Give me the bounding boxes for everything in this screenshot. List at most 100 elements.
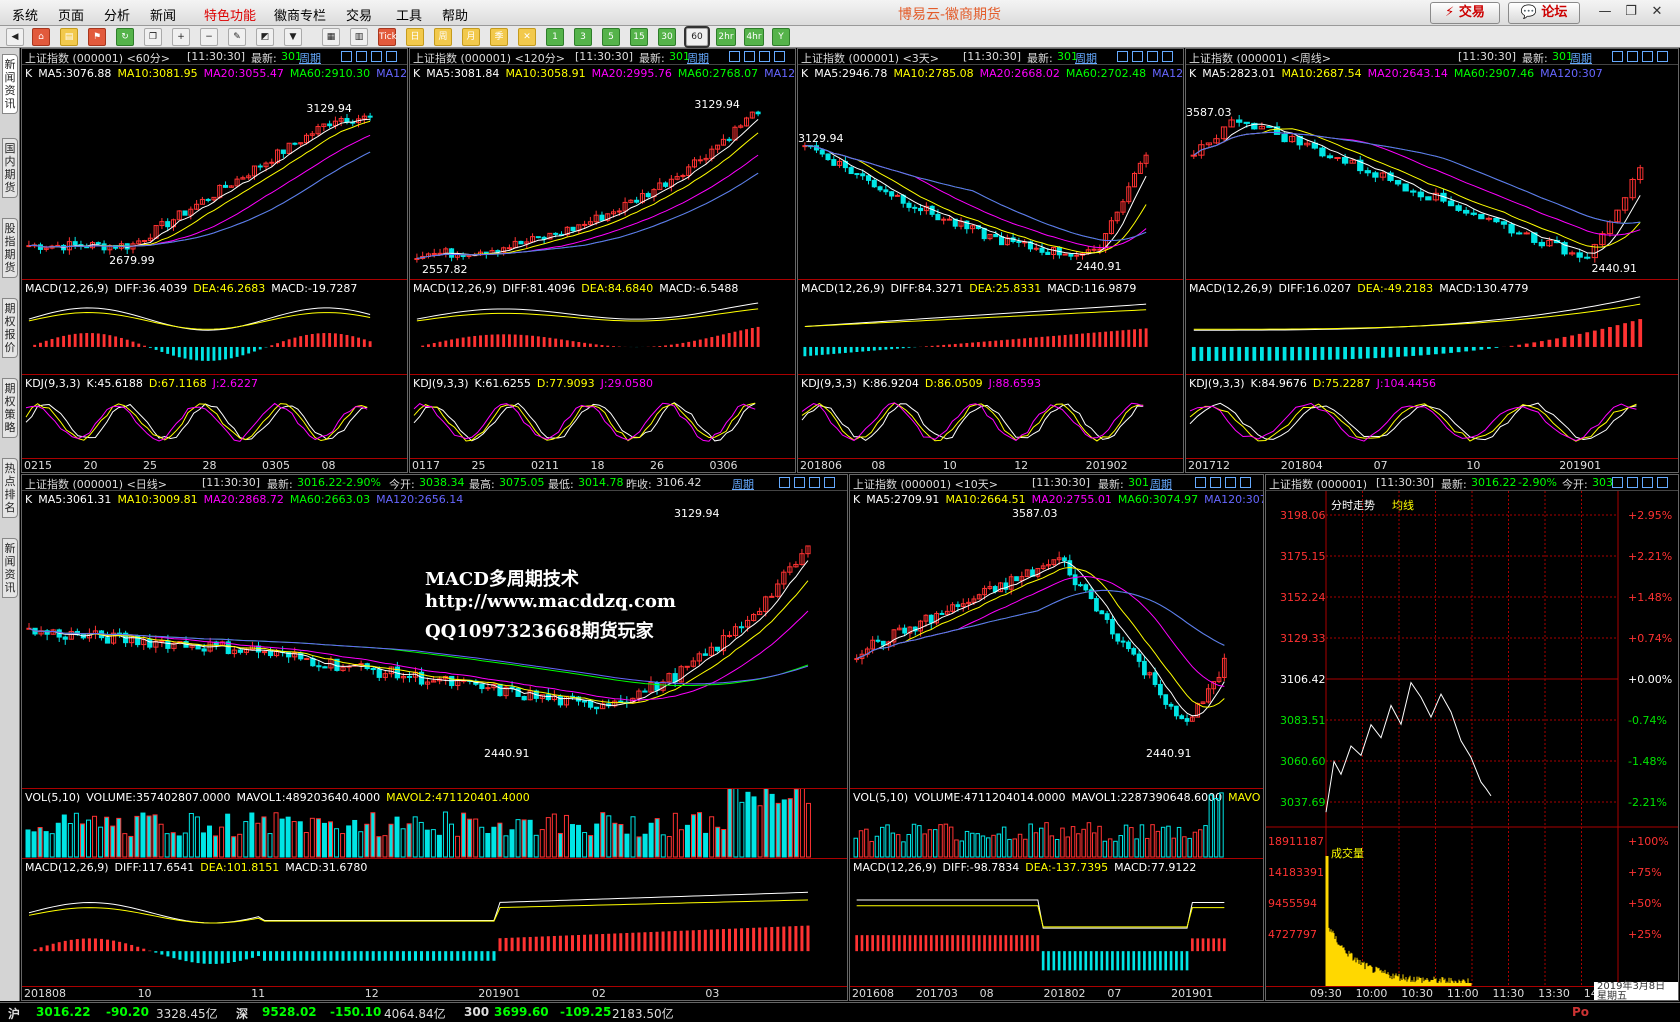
panel-left-icon[interactable] <box>1195 477 1206 488</box>
copy-icon[interactable]: ❐ <box>144 28 162 46</box>
panel-right-icon[interactable] <box>1210 477 1221 488</box>
menu-tools[interactable]: 工具 <box>396 5 422 24</box>
period-5-button[interactable]: 5 <box>602 28 620 46</box>
book-icon[interactable]: ▤ <box>60 28 78 46</box>
panel-max-icon[interactable] <box>774 51 785 62</box>
chart-panel-p3[interactable]: 上证指数 (000001) <3天> [11:30:30] 最新: 301 周期… <box>797 48 1184 473</box>
sidebar-tab-hot-ranking[interactable]: 热点排名 <box>2 458 18 518</box>
tick-button[interactable]: Tick <box>378 28 397 46</box>
table-icon[interactable]: ▦ <box>322 28 340 46</box>
volume-bar <box>515 819 521 858</box>
season-button[interactable]: 季 <box>490 28 508 46</box>
menu-help[interactable]: 帮助 <box>442 5 468 24</box>
menu-trade[interactable]: 交易 <box>346 5 372 24</box>
restore-icon[interactable]: ❐ <box>1622 3 1640 21</box>
draw-icon[interactable]: ✎ <box>228 28 246 46</box>
intraday-panel[interactable]: 上证指数 (000001) [11:30:30] 最新: 3016.22 -2.… <box>1265 474 1679 1001</box>
panel-down-icon[interactable] <box>809 477 820 488</box>
panel-down-icon[interactable] <box>759 51 770 62</box>
panel-right-icon[interactable] <box>1132 51 1143 62</box>
zoom-in-icon[interactable]: + <box>172 28 190 46</box>
chart-panel-p2[interactable]: 上证指数 (000001) <120分> [11:30:30] 最新: 301 … <box>409 48 796 473</box>
period-link[interactable]: 周期 <box>687 50 709 64</box>
kline-icon[interactable]: ▥ <box>350 28 368 46</box>
menu-huishang[interactable]: 徽商专栏 <box>274 5 326 24</box>
panel-left-icon[interactable] <box>779 477 790 488</box>
sidebar-tab-index-futures[interactable]: 股指期货 <box>2 218 18 278</box>
panel-left-icon[interactable] <box>729 51 740 62</box>
back-icon[interactable]: ◀ <box>6 28 24 46</box>
sidebar-tab-chart[interactable]: 新闻资讯 <box>2 54 18 114</box>
chart-panel-p4[interactable]: 上证指数 (000001) <周线> [11:30:30] 最新: 301 周期… <box>1185 48 1679 473</box>
period-link[interactable]: 周期 <box>732 476 754 490</box>
high-value: 3075.05 <box>499 476 545 489</box>
volume-bar <box>491 826 497 858</box>
ma-legend: K MA5:2709.91 MA10:2664.51 MA20:2755.01 MA60… <box>853 493 1263 506</box>
panel-down-icon[interactable] <box>1642 477 1653 488</box>
chart-panel-p1[interactable]: 上证指数 (000001) <60分> [11:30:30] 最新: 301 周… <box>21 48 408 473</box>
panel-max-icon[interactable] <box>824 477 835 488</box>
sidebar-tab-options-strategy[interactable]: 期权策略 <box>2 378 18 438</box>
panel-down-icon[interactable] <box>1147 51 1158 62</box>
panel-left-icon[interactable] <box>1612 51 1623 62</box>
period-60-button[interactable]: 60 <box>684 26 710 48</box>
panel-left-icon[interactable] <box>341 51 352 62</box>
menu-page[interactable]: 页面 <box>58 5 84 24</box>
menu-system[interactable]: 系统 <box>12 5 38 24</box>
week-button[interactable]: 周 <box>434 28 452 46</box>
filter-icon[interactable]: ▼ <box>284 28 302 46</box>
period-1-button[interactable]: 1 <box>546 28 564 46</box>
cross-icon[interactable]: ✕ <box>518 28 536 46</box>
panel-left-icon[interactable] <box>1117 51 1128 62</box>
panel-right-icon[interactable] <box>1627 477 1638 488</box>
candle-body <box>101 243 107 251</box>
daily-chart-panel[interactable]: 上证指数 (000001) <日线> [11:30:30] 最新: 3016.2… <box>21 474 848 1001</box>
candle-body <box>582 223 588 226</box>
sidebar-tab-options-quote[interactable]: 期权报价 <box>2 298 18 358</box>
panel-max-icon[interactable] <box>1657 477 1668 488</box>
refresh-icon[interactable]: ↻ <box>116 28 134 46</box>
zoom-out-icon[interactable]: − <box>200 28 218 46</box>
period-30-button[interactable]: 30 <box>658 28 676 46</box>
panel-max-icon[interactable] <box>1657 51 1668 62</box>
sidebar-tab-domestic-futures[interactable]: 国内期货 <box>2 138 18 198</box>
home-icon[interactable]: ⌂ <box>32 28 50 46</box>
period-year-button[interactable]: Y <box>772 28 790 46</box>
panel-right-icon[interactable] <box>356 51 367 62</box>
period-3-button[interactable]: 3 <box>574 28 592 46</box>
panel-right-icon[interactable] <box>744 51 755 62</box>
panel-down-icon[interactable] <box>371 51 382 62</box>
eraser-icon[interactable]: ◩ <box>256 28 274 46</box>
kdj-line <box>25 403 368 441</box>
panel-max-icon[interactable] <box>1240 477 1251 488</box>
minimize-icon[interactable]: — <box>1596 3 1614 21</box>
period-link[interactable]: 周期 <box>1150 476 1172 490</box>
period-link[interactable]: 周期 <box>1075 50 1097 64</box>
panel-right-icon[interactable] <box>794 477 805 488</box>
close-icon[interactable]: ✕ <box>1648 3 1666 21</box>
menu-analysis[interactable]: 分析 <box>104 5 130 24</box>
panel-down-icon[interactable] <box>1225 477 1236 488</box>
panel-max-icon[interactable] <box>386 51 397 62</box>
period-link[interactable]: 周期 <box>299 50 321 64</box>
panel-left-icon[interactable] <box>1612 477 1623 488</box>
forum-button[interactable]: 💬 论坛 <box>1508 2 1580 24</box>
tenday-chart-panel[interactable]: 上证指数 (000001) <10天> [11:30:30] 最新: 301 周… <box>849 474 1264 1001</box>
period-4hr-button[interactable]: 4hr <box>744 28 764 46</box>
flag-icon[interactable]: ⚑ <box>88 28 106 46</box>
panel-max-icon[interactable] <box>1162 51 1173 62</box>
trade-button[interactable]: ⚡ 交易 <box>1430 2 1500 24</box>
panel-right-icon[interactable] <box>1627 51 1638 62</box>
month-button[interactable]: 月 <box>462 28 480 46</box>
period-link[interactable]: 周期 <box>1570 50 1592 64</box>
volume-bar <box>697 812 703 858</box>
period-2hr-button[interactable]: 2hr <box>716 28 736 46</box>
day-button[interactable]: 日 <box>406 28 424 46</box>
panel-time: [11:30:30] <box>1032 476 1090 489</box>
period-15-button[interactable]: 15 <box>630 28 648 46</box>
menu-news[interactable]: 新闻 <box>150 5 176 24</box>
sidebar-tab-news[interactable]: 新闻资讯 <box>2 538 18 598</box>
menu-special[interactable]: 特色功能 <box>204 5 256 24</box>
macd-subchart: MACD(12,26,9) DIFF:-98.7834 DEA:-137.7395 M… <box>850 858 1263 988</box>
panel-down-icon[interactable] <box>1642 51 1653 62</box>
